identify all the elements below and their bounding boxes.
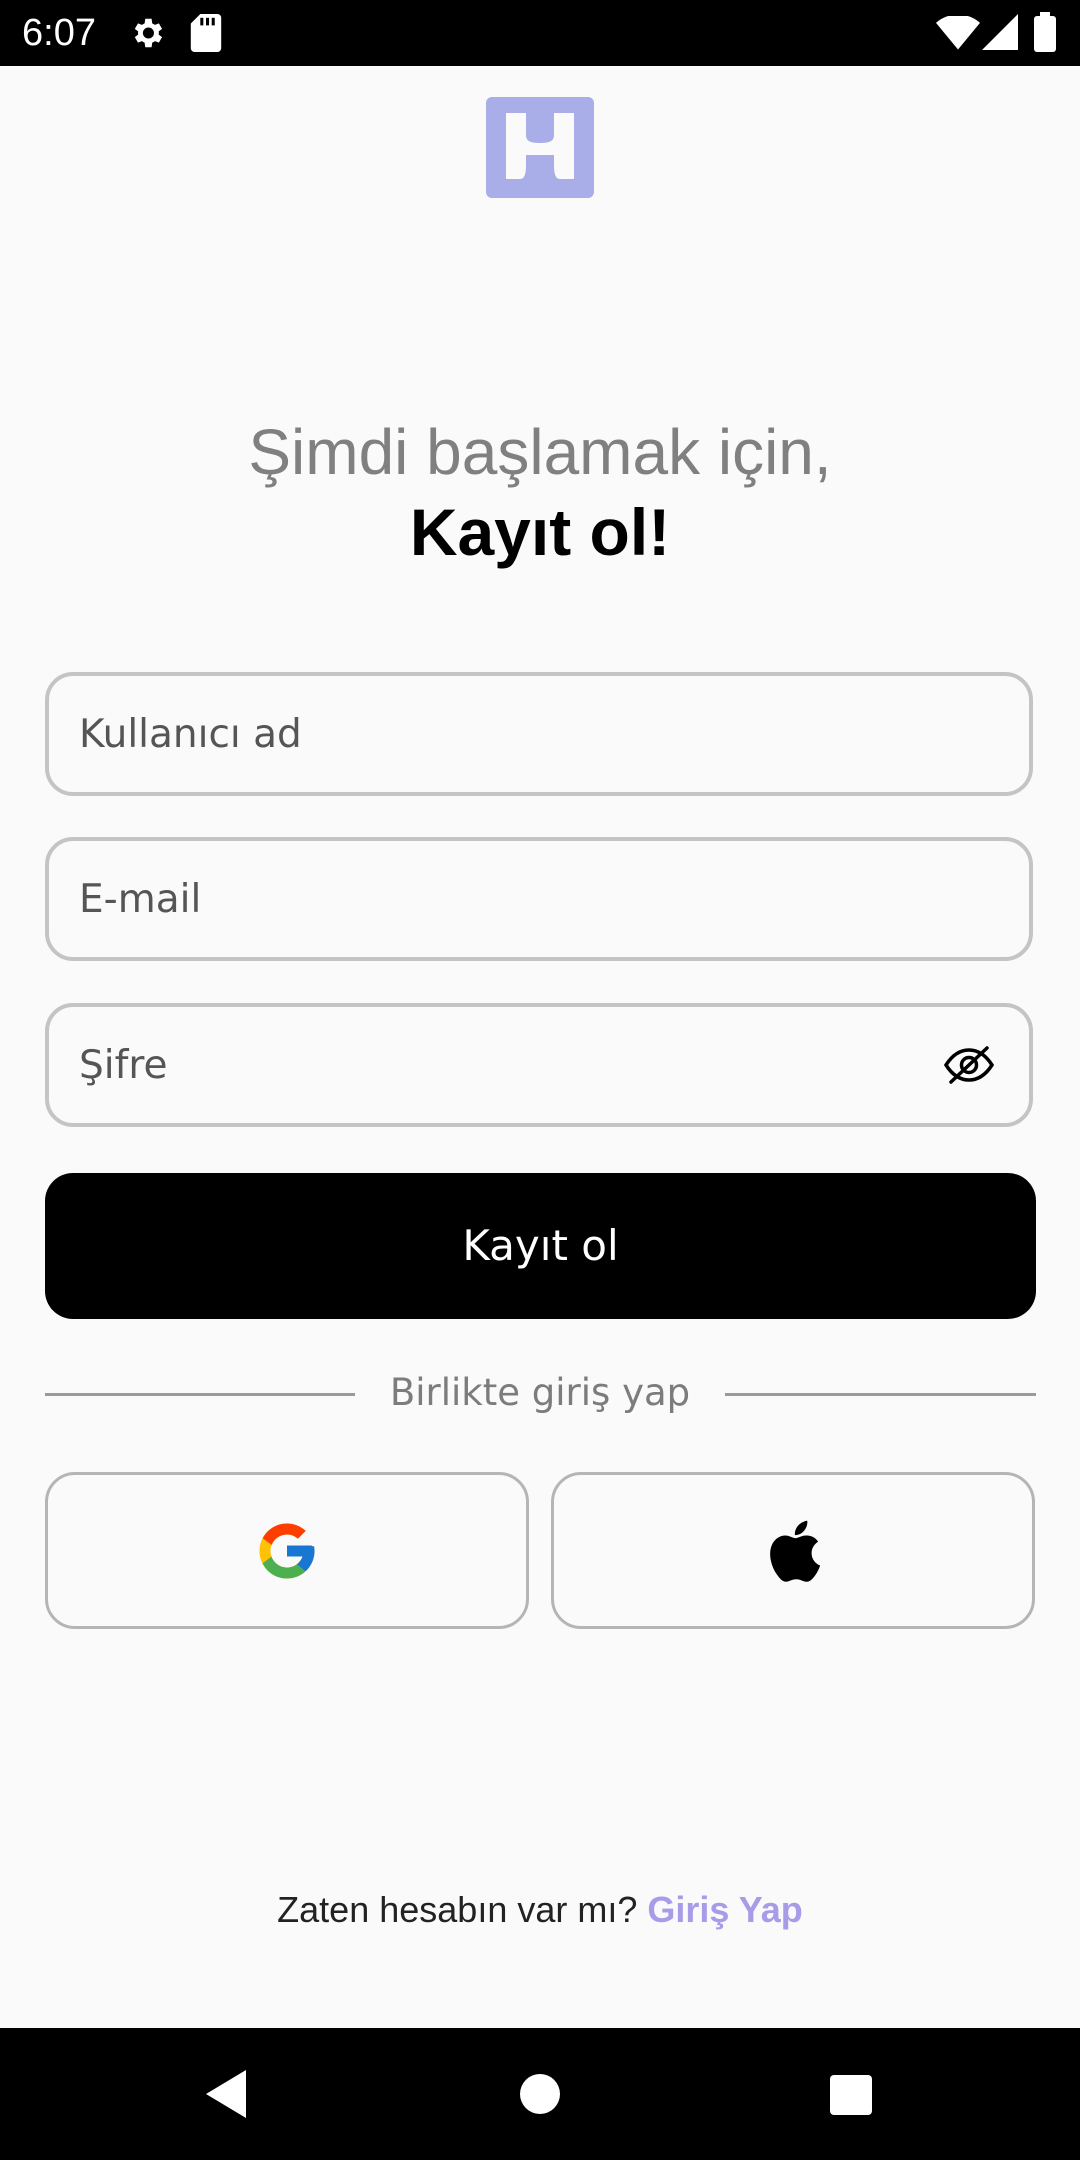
wifi-icon: [936, 14, 980, 55]
username-input[interactable]: [79, 676, 939, 792]
footer-prompt-text: Zaten hesabın var mı?: [277, 1889, 648, 1930]
footer-login-prompt: Zaten hesabın var mı? Giriş Yap: [0, 1886, 1080, 1934]
divider-right: [725, 1393, 1036, 1396]
signup-button[interactable]: Kayıt ol: [45, 1173, 1036, 1319]
headline-title: Kayıt ol!: [409, 495, 671, 569]
divider-label: Birlikte giriş yap: [389, 1371, 691, 1414]
sd-card-icon: [190, 14, 222, 57]
headline-subtitle: Şimdi başlamak için,: [248, 416, 832, 488]
back-icon[interactable]: [200, 2066, 250, 2127]
email-input[interactable]: [79, 841, 939, 957]
status-time: 6:07: [22, 12, 96, 54]
signup-screen: Şimdi başlamak için, Kayıt ol! Kayıt ol …: [0, 66, 1080, 2028]
gear-icon: [128, 14, 166, 57]
status-bar: 6:07: [0, 0, 1080, 66]
google-icon: [259, 1523, 315, 1578]
recents-icon[interactable]: [829, 2074, 873, 2121]
password-field[interactable]: [45, 1003, 1033, 1127]
email-field[interactable]: [45, 837, 1033, 961]
eye-off-icon[interactable]: [943, 1045, 995, 1085]
login-link[interactable]: Giriş Yap: [647, 1889, 802, 1930]
battery-icon: [1034, 12, 1056, 57]
app-logo: [486, 97, 594, 198]
divider-left: [45, 1393, 355, 1396]
username-field[interactable]: [45, 672, 1033, 796]
apple-signin-button[interactable]: [551, 1472, 1035, 1629]
signal-icon: [982, 14, 1018, 55]
google-signin-button[interactable]: [45, 1472, 529, 1629]
system-nav-bar: [0, 2028, 1080, 2160]
password-input[interactable]: [79, 1007, 939, 1123]
apple-icon: [770, 1520, 821, 1582]
home-icon[interactable]: [518, 2072, 562, 2121]
